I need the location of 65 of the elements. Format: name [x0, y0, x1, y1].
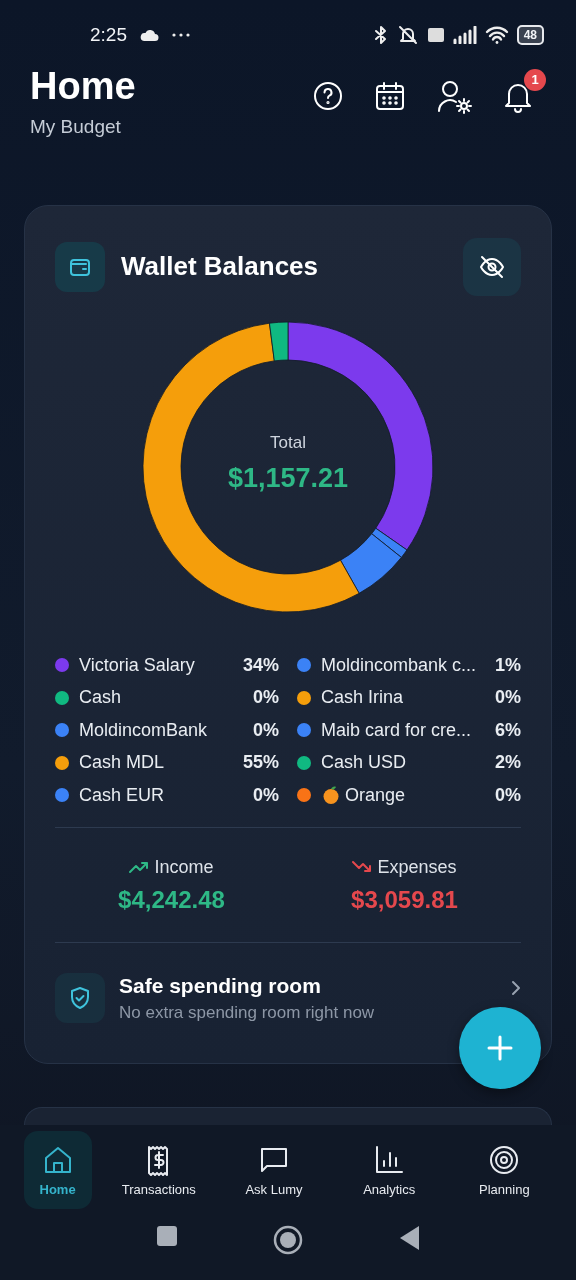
legend-percent: 2% [495, 752, 521, 774]
home-system-button[interactable] [273, 1225, 303, 1256]
card-title: Wallet Balances [121, 251, 318, 283]
legend-label: Orange [345, 784, 406, 806]
question-icon [312, 79, 344, 112]
income-label: Income [154, 856, 214, 878]
back-triangle-icon [398, 1225, 420, 1252]
target-icon [488, 1143, 521, 1176]
expenses-amount: $3,059.81 [351, 885, 458, 914]
back-button[interactable] [398, 1225, 420, 1252]
chevron-right-icon[interactable] [511, 980, 521, 997]
notification-badge: 1 [524, 68, 546, 91]
nav-tab[interactable]: Transactions [110, 1131, 207, 1210]
legend-label: Cash Irina [321, 687, 404, 709]
square-icon [156, 1225, 178, 1248]
legend-percent: 0% [495, 687, 521, 709]
total-label: Total [269, 432, 307, 453]
legend-percent: 0% [253, 784, 279, 806]
fruit-icon [321, 785, 341, 806]
volte-icon [426, 26, 445, 43]
legend-label: Moldincombank c... [321, 654, 477, 676]
clock: 2:25 [90, 23, 127, 46]
income-amount: $4,242.48 [118, 885, 225, 914]
signal-icon [452, 25, 477, 44]
page-title: Home [30, 63, 136, 108]
battery-indicator: 48 [516, 24, 544, 45]
more-icon [171, 31, 191, 38]
legend-percent: 0% [253, 687, 279, 709]
legend-percent: 0% [253, 719, 279, 741]
legend-label: Cash EUR [79, 784, 165, 806]
safe-spending-subtitle: No extra spending room right now [119, 1002, 375, 1023]
legend-label: Cash USD [321, 752, 407, 774]
legend-percent: 0% [495, 784, 521, 806]
legend-percent: 6% [495, 719, 521, 741]
nav-tab[interactable]: Planning [456, 1131, 553, 1210]
help-button[interactable] [312, 79, 344, 112]
legend-percent: 1% [495, 654, 521, 676]
muted-bell-icon [396, 24, 419, 45]
legend-percent: 55% [242, 752, 279, 774]
nav-tab[interactable]: Ask Lumy [225, 1131, 322, 1210]
legend-label: Victoria Salary [79, 654, 195, 676]
calendar-button[interactable] [374, 79, 406, 112]
total-amount: $1,157.21 [226, 462, 350, 494]
nav-tab[interactable]: Home [23, 1131, 92, 1210]
wifi-icon [484, 25, 509, 44]
plus-icon [486, 1034, 514, 1062]
legend-label: Cash [79, 687, 122, 709]
page-subtitle: My Budget [30, 115, 122, 138]
cloud-icon [139, 27, 159, 42]
legend-label: MoldincomBank [79, 719, 208, 741]
calendar-icon [374, 79, 406, 112]
recents-button[interactable] [156, 1225, 178, 1248]
legend-percent: 34% [242, 654, 279, 676]
bluetooth-icon [372, 24, 389, 45]
bar-chart-icon [373, 1143, 406, 1176]
legend-label: Cash MDL [79, 752, 165, 774]
circle-icon [273, 1225, 303, 1256]
nav-tab[interactable]: Analytics [341, 1131, 438, 1210]
shield-check-icon [68, 986, 92, 1011]
hide-balance-button[interactable] [463, 237, 521, 296]
trend-down-icon [352, 860, 373, 875]
trend-up-icon [129, 860, 150, 875]
safe-spending-title: Safe spending room [119, 973, 322, 998]
expenses-label: Expenses [377, 856, 457, 878]
legend-label: Maib card for cre... [321, 719, 472, 741]
